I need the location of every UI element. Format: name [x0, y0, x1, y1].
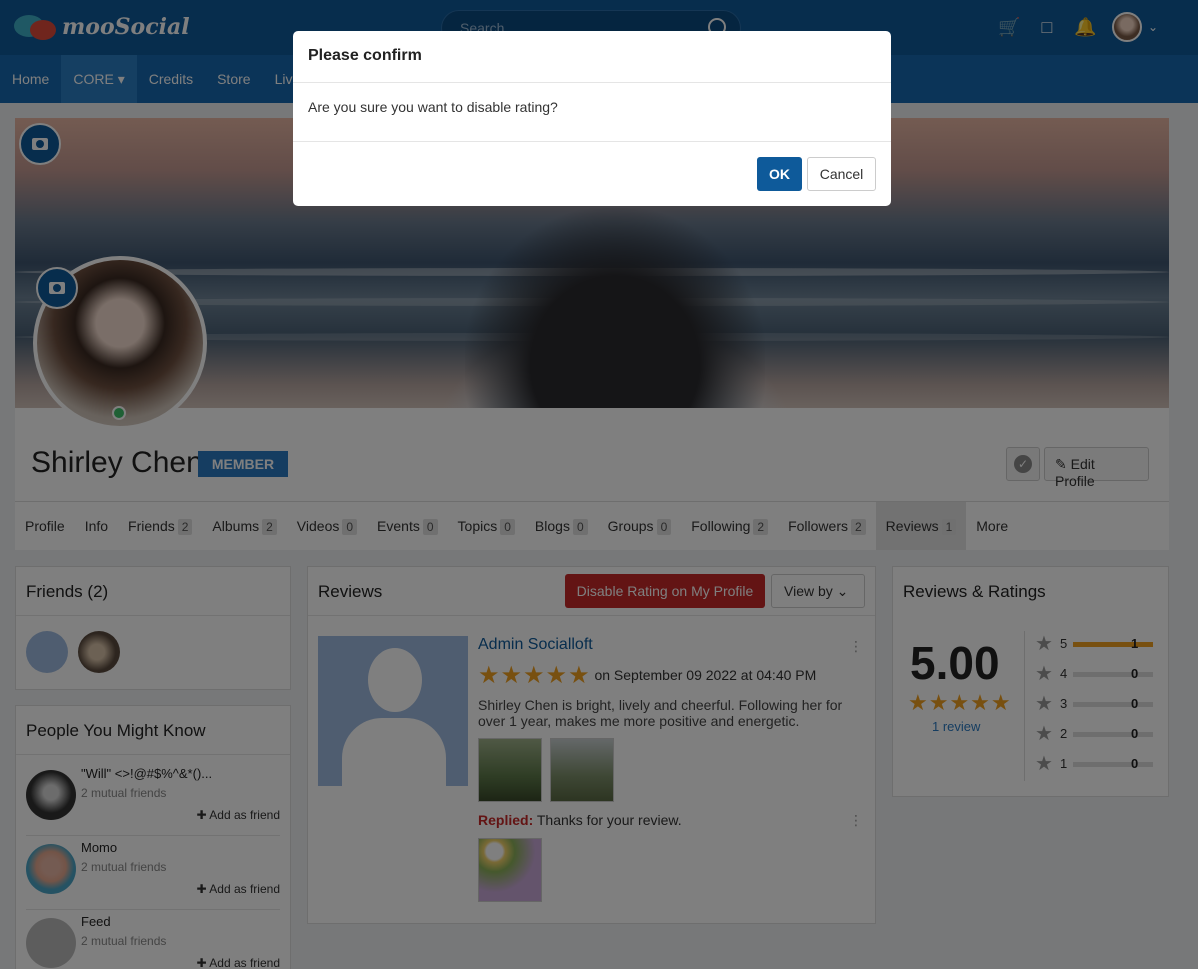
- ok-button[interactable]: OK: [757, 157, 802, 191]
- confirm-dialog: Please confirm Are you sure you want to …: [293, 31, 891, 206]
- cancel-button[interactable]: Cancel: [807, 157, 876, 191]
- dialog-message: Are you sure you want to disable rating?: [293, 83, 891, 142]
- dialog-title: Please confirm: [293, 31, 891, 83]
